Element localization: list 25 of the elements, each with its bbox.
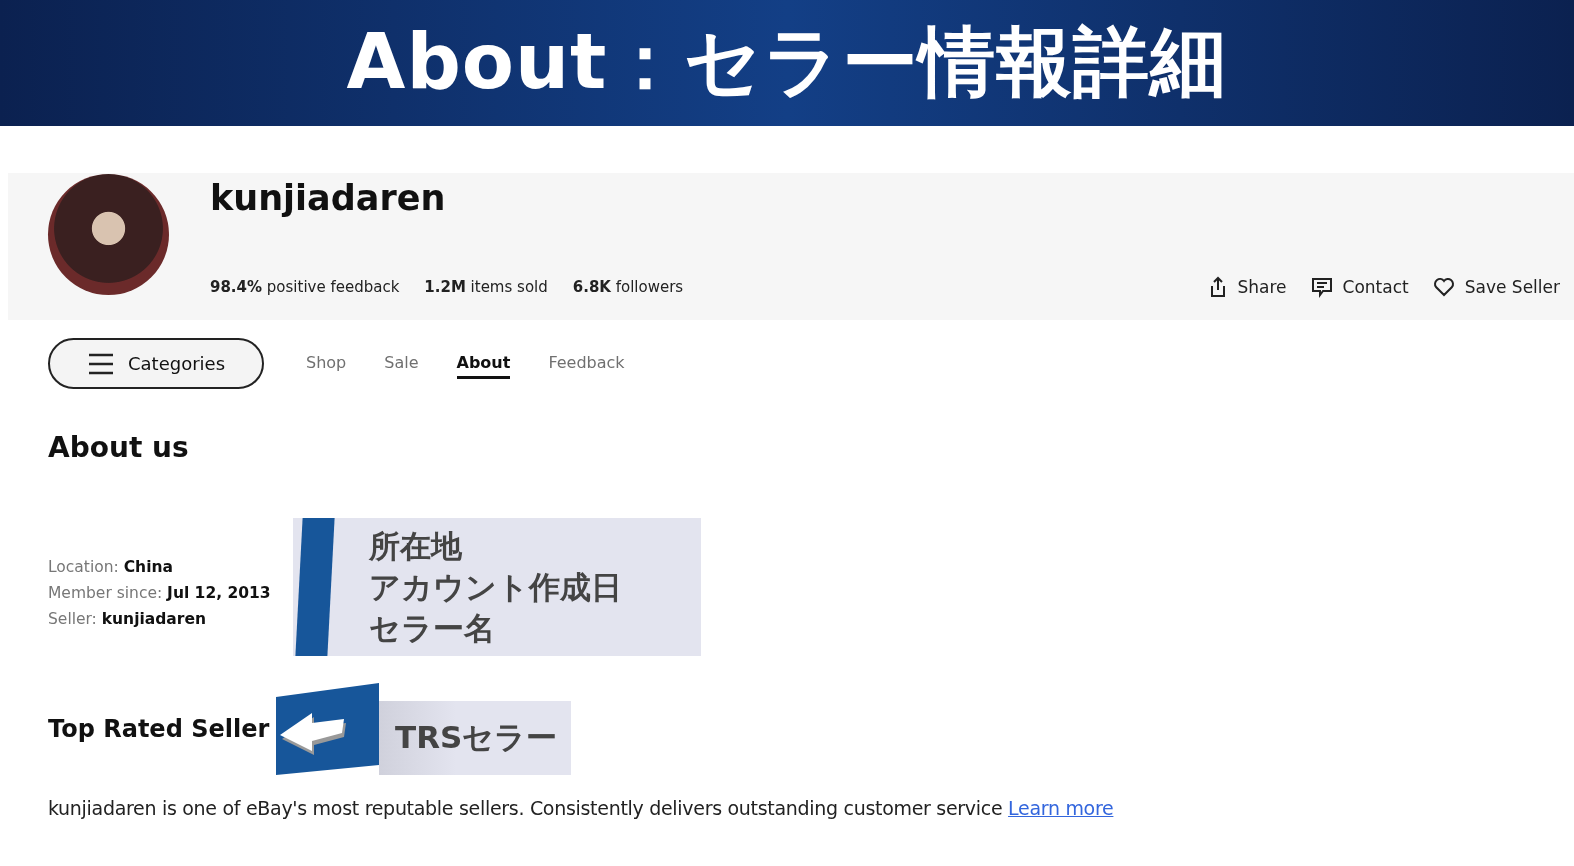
learn-more-link[interactable]: Learn more bbox=[1008, 797, 1114, 819]
categories-button[interactable]: Categories bbox=[48, 338, 264, 389]
seller-detail: Member since: Jul 12, 2013 bbox=[48, 584, 272, 602]
seller-name: kunjiadaren bbox=[210, 177, 447, 220]
subsection-heading: Top Rated Seller bbox=[48, 715, 271, 743]
save-button[interactable]: Save Seller bbox=[1432, 276, 1560, 298]
share-button[interactable]: Share bbox=[1207, 276, 1287, 298]
seller-stat: 6.8K followers bbox=[572, 278, 684, 296]
heart-icon bbox=[1432, 277, 1455, 297]
seller-stat: 1.2M items sold bbox=[424, 278, 548, 296]
contact-button[interactable]: Contact bbox=[1310, 276, 1409, 298]
nav-tab[interactable]: Feedback bbox=[548, 348, 625, 379]
section-heading: About us bbox=[48, 431, 190, 464]
nav-tab[interactable]: Shop bbox=[306, 348, 347, 379]
seller-detail: Seller: kunjiadaren bbox=[48, 610, 207, 628]
callout-text: TRSセラー bbox=[379, 701, 571, 775]
callout-text: 所在地 アカウント作成日 セラー名 bbox=[369, 527, 622, 648]
menu-icon bbox=[88, 352, 114, 375]
banner-title: About：セラー情報詳細 bbox=[346, 15, 1228, 108]
seller-stat: 98.4% positive feedback bbox=[210, 278, 400, 296]
nav-tab[interactable]: About bbox=[456, 348, 511, 379]
chat-icon bbox=[1310, 276, 1333, 298]
nav-tab[interactable]: Sale bbox=[384, 348, 419, 379]
seller-description: kunjiadaren is one of eBay's most reputable sellers. Consistently delivers outstanding customer service Learn more bbox=[48, 797, 1115, 819]
seller-detail: Location: China bbox=[48, 558, 174, 576]
